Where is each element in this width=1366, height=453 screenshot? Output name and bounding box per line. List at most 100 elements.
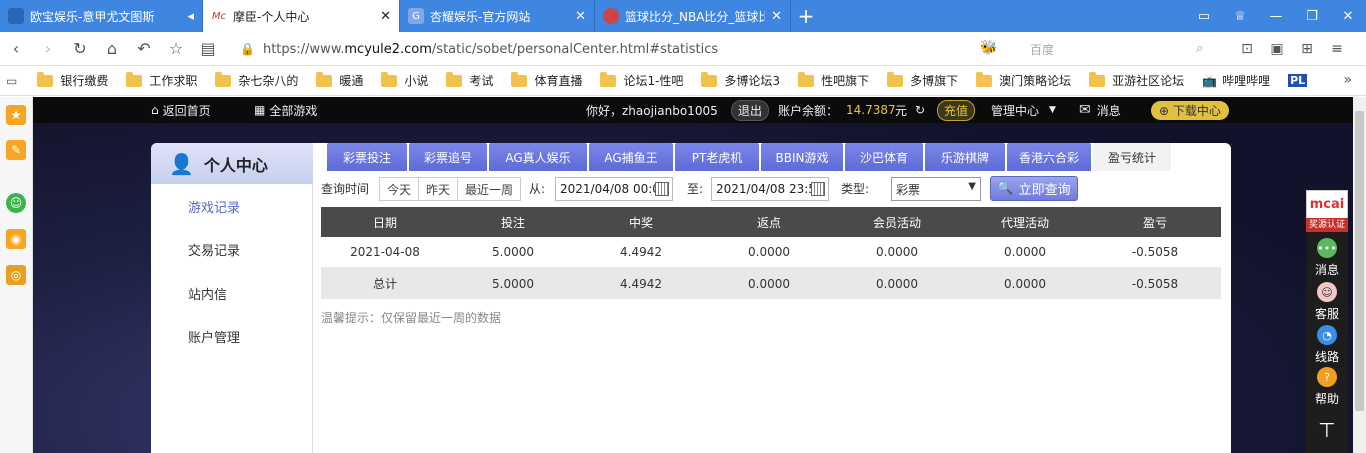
extension-bee-icon[interactable]: 🐝 [980, 40, 997, 56]
close-tab-icon[interactable]: ✕ [380, 9, 391, 24]
tab-lottery-bet[interactable]: 彩票投注 [327, 143, 407, 171]
bookmark-folder[interactable]: 工作求职 [126, 71, 197, 89]
bookmark-folder[interactable]: 考试 [446, 71, 493, 89]
reload-icon[interactable]: ↻ [64, 32, 96, 66]
bookmark-folder[interactable]: 多博旗下 [887, 71, 958, 89]
skin-icon[interactable]: ♕ [1222, 0, 1258, 32]
tab-ag-live[interactable]: AG真人娱乐 [489, 143, 587, 171]
menu-item-transactions[interactable]: 交易记录 [188, 240, 240, 259]
close-tab-icon[interactable]: ✕ [771, 9, 782, 24]
float-service-button[interactable]: ☺ 客服 [1306, 282, 1348, 322]
rss-icon[interactable]: ◉ [6, 229, 26, 249]
float-help-button[interactable]: ? 帮助 [1306, 367, 1348, 407]
star-icon[interactable]: ☆ [160, 32, 192, 66]
menu-icon[interactable]: ≡ [1322, 34, 1352, 64]
bookmark-folder[interactable]: 亚游社区论坛 [1089, 71, 1184, 89]
weibo-icon[interactable]: ◎ [6, 265, 26, 285]
close-tab-icon[interactable]: ✕ [575, 9, 586, 24]
query-time-label: 查询时间 [321, 182, 370, 196]
bookmark-folder[interactable]: 小说 [381, 71, 428, 89]
bookmarks-toggle-icon[interactable]: ▭ [6, 74, 17, 88]
folder-icon [215, 71, 232, 87]
recharge-button[interactable]: 充值 [937, 97, 976, 123]
tv-icon: 📺 [1202, 73, 1218, 88]
yesterday-button[interactable]: 昨天 [418, 177, 458, 201]
bookmark-folder[interactable]: 澳门策略论坛 [976, 71, 1071, 89]
all-games-link[interactable]: ▦ 全部游戏 [254, 97, 317, 123]
search-icon[interactable]: ⌕ [1196, 41, 1203, 56]
tab-title: 杏耀娱乐-官方网站 [430, 9, 531, 24]
type-select[interactable]: 彩票 ▼ [891, 177, 981, 201]
back-to-top-icon[interactable]: ⊤ [1306, 418, 1348, 442]
page-scrollbar[interactable] [1353, 97, 1366, 453]
search-input[interactable]: 百度 [1020, 37, 1220, 61]
to-date-input[interactable]: 2021/04/08 23:59 [711, 177, 829, 201]
reader-icon[interactable]: ▤ [192, 32, 224, 66]
url-input[interactable]: 🔒 https://www.mcyule2.com/static/sobet/p… [240, 37, 984, 61]
float-message-button[interactable]: ••• 消息 [1306, 238, 1348, 278]
web-page: ⌂ 返回首页 ▦ 全部游戏 你好，zhaojianbo1005 退出 账户余额： 1… [33, 97, 1353, 453]
float-route-button[interactable]: ◔ 线路 [1306, 325, 1348, 365]
close-window-icon[interactable]: ✕ [1330, 0, 1366, 32]
undo-icon[interactable]: ↶ [128, 32, 160, 66]
home-icon[interactable]: ⌂ [96, 32, 128, 66]
bookmark-folder[interactable]: 杂七杂八的 [215, 71, 298, 89]
stats-table: 日期 投注 中奖 返点 会员活动 代理活动 盈亏 2021-04-08 5.00… [321, 207, 1221, 299]
from-date-input[interactable]: 2021/04/08 00:00 [555, 177, 673, 201]
close-tab-icon[interactable]: ◂ [187, 9, 194, 24]
query-filter: 查询时间 今天 昨天 最近一周 从: 2021/04/08 00:00 至: 2… [321, 176, 1226, 202]
more-bookmarks-icon[interactable]: » [1343, 72, 1352, 88]
bookmark-pl[interactable]: PL [1288, 74, 1308, 87]
personal-center-panel: 👤 个人中心 游戏记录 交易记录 站内信 账户管理 彩票投注 彩票追号 AG真人… [151, 143, 1231, 453]
logout-button[interactable]: 退出 [731, 97, 770, 123]
home-link[interactable]: ⌂ 返回首页 [151, 97, 211, 123]
last-week-button[interactable]: 最近一周 [457, 177, 521, 201]
tab-pt-slots[interactable]: PT老虎机 [675, 143, 759, 171]
download-center-button[interactable]: ⊕ 下载中心 [1151, 97, 1229, 123]
notes-icon[interactable]: ✎ [6, 140, 26, 160]
tab-leyou-chess[interactable]: 乐游棋牌 [925, 143, 1005, 171]
calendar-icon[interactable] [655, 182, 669, 196]
agent-avatar-icon: ☺ [1317, 282, 1337, 302]
tab-saba-sports[interactable]: 沙巴体育 [845, 143, 923, 171]
forward-icon[interactable]: › [32, 32, 64, 66]
briefcase-icon[interactable]: ▣ [1262, 34, 1292, 64]
bookmark-folder[interactable]: 论坛1-性吧 [600, 71, 683, 89]
bookmark-folder[interactable]: 性吧旗下 [798, 71, 869, 89]
refresh-balance-icon[interactable]: ↻ [915, 97, 925, 123]
browser-tab[interactable]: 篮球比分_NBA比分_篮球比 ✕ [595, 0, 791, 32]
tab-hk-mark-six[interactable]: 香港六合彩 [1007, 143, 1091, 171]
new-tab-button[interactable]: + [791, 0, 821, 32]
bookmark-folder[interactable]: 暖通 [316, 71, 363, 89]
tab-profit-stats[interactable]: 盈亏统计 [1093, 143, 1171, 171]
bookmark-folder[interactable]: 银行缴费 [37, 71, 108, 89]
menu-item-game-records[interactable]: 游戏记录 [188, 197, 240, 216]
tab-bbin[interactable]: BBIN游戏 [761, 143, 843, 171]
back-icon[interactable]: ‹ [0, 32, 32, 66]
calendar-icon[interactable] [811, 182, 825, 196]
crop-icon[interactable]: ⊡ [1232, 34, 1262, 64]
tab-lottery-chase[interactable]: 彩票追号 [409, 143, 487, 171]
manage-center-menu[interactable]: 管理中心 ▼ [991, 97, 1056, 123]
bookmark-folder[interactable]: 多博论坛3 [701, 71, 780, 89]
today-button[interactable]: 今天 [379, 177, 419, 201]
scrollbar-thumb[interactable] [1355, 111, 1364, 411]
browser-tab[interactable]: 欧宝娱乐-意甲尤文图斯 ◂ [0, 0, 203, 32]
browser-tab[interactable]: G 杏耀娱乐-官方网站 ✕ [400, 0, 595, 32]
balance-label: 账户余额： [778, 103, 839, 118]
menu-item-account[interactable]: 账户管理 [188, 327, 240, 346]
search-button[interactable]: 🔍 立即查询 [990, 176, 1078, 201]
favorites-star-icon[interactable]: ★ [6, 105, 26, 125]
greeting-text: 你好，zhaojianbo1005 [586, 103, 718, 118]
apps-icon[interactable]: ⊞ [1292, 34, 1322, 64]
tab-ag-fishing[interactable]: AG捕鱼王 [589, 143, 673, 171]
bookmark-folder[interactable]: 体育直播 [511, 71, 582, 89]
browser-tab-active[interactable]: Mc 摩臣-个人中心 ✕ [203, 0, 400, 32]
restore-icon[interactable]: ❐ [1294, 0, 1330, 32]
bookmark-bilibili[interactable]: 📺 哔哩哔哩 [1202, 72, 1270, 89]
minimize-icon[interactable]: — [1258, 0, 1294, 32]
sidebar-toggle-icon[interactable]: ▭ [1186, 0, 1222, 32]
chat-icon[interactable]: ☺ [6, 193, 26, 213]
menu-item-messages[interactable]: 站内信 [188, 284, 227, 303]
message-link[interactable]: ✉ 消息 [1079, 97, 1121, 123]
